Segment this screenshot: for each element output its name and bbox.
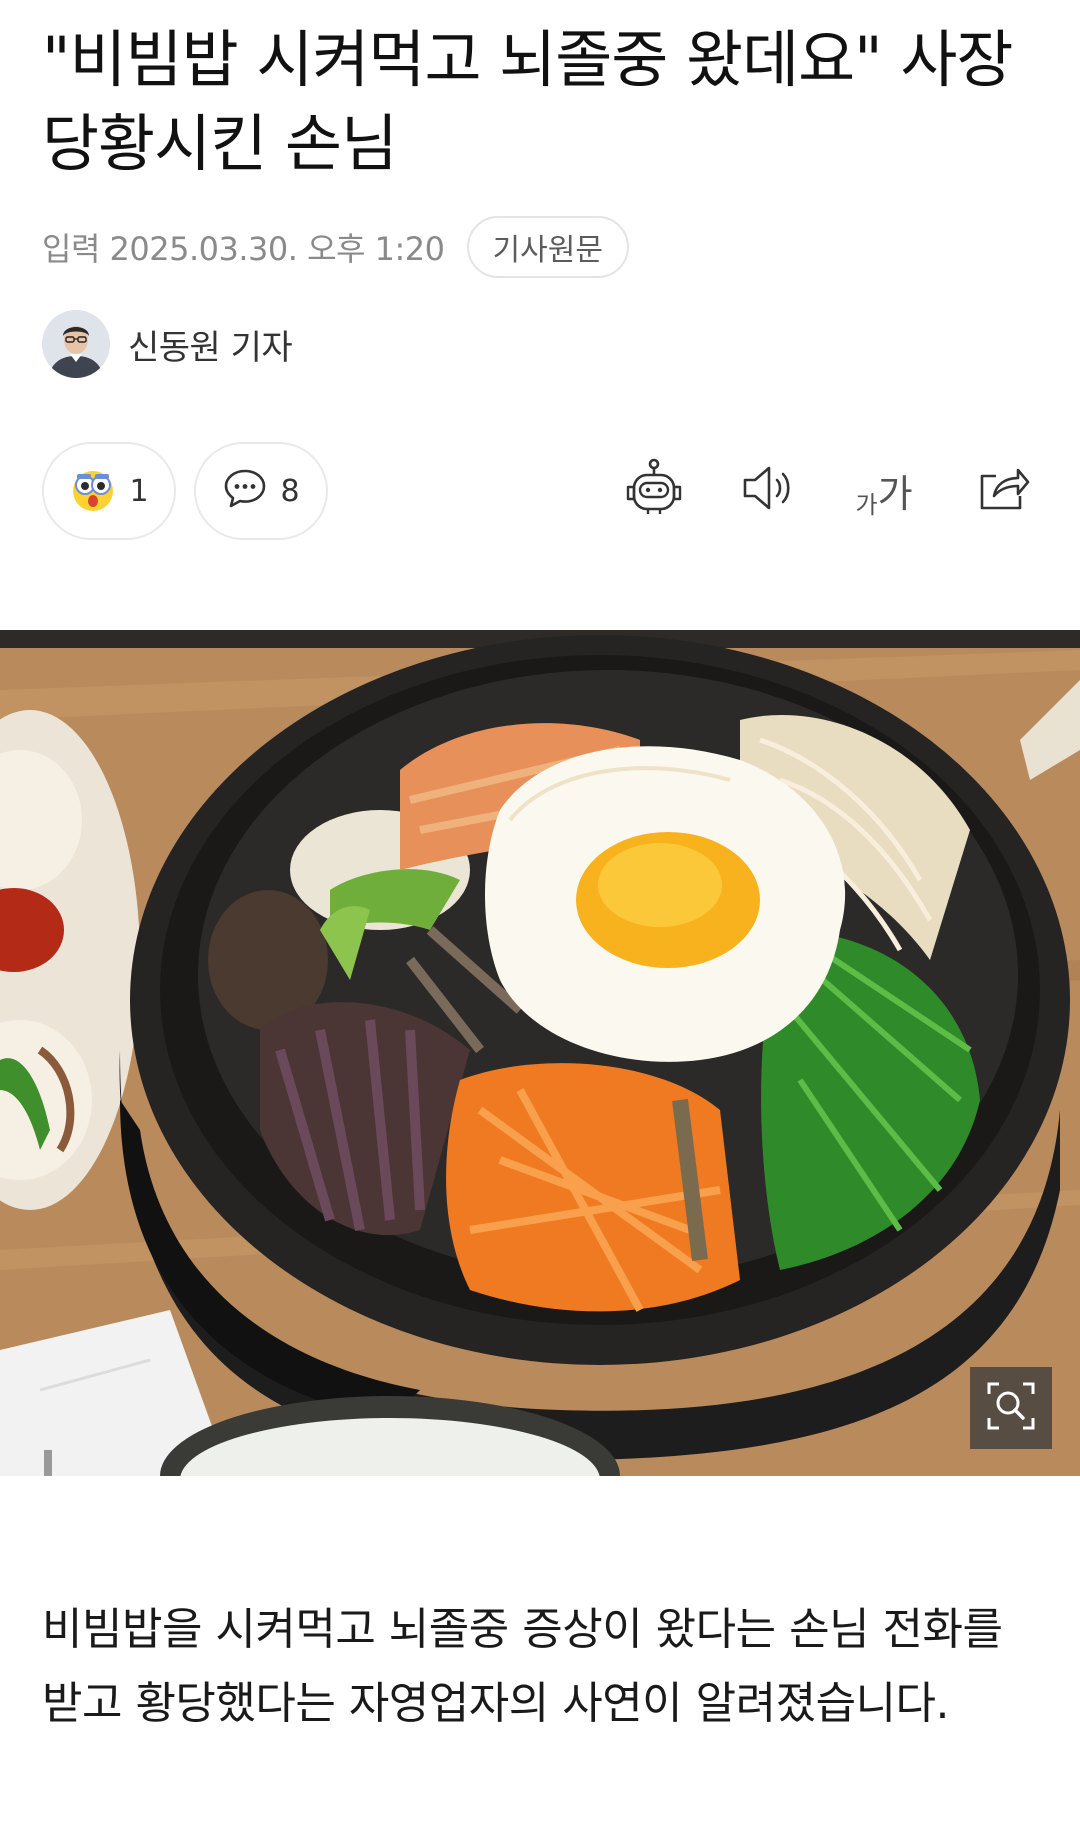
- font-size-button[interactable]: 가 가: [844, 452, 924, 528]
- font-size-icon: 가 가: [855, 463, 913, 519]
- publish-date: 입력 2025.03.30. 오후 1:20: [42, 230, 445, 268]
- share-icon: [976, 462, 1032, 518]
- summary-bot-button[interactable]: [614, 452, 694, 528]
- original-article-button[interactable]: 기사원문: [466, 216, 629, 278]
- share-button[interactable]: [964, 452, 1044, 528]
- article-body-paragraph: 비빔밥을 시켜먹고 뇌졸중 증상이 왔다는 손님 전화를 받고 황당했다는 자영…: [42, 1604, 1003, 1729]
- reaction-count: 1: [129, 473, 149, 509]
- reporter-name: 신동원 기자: [128, 327, 293, 368]
- speech-bubble-icon: [222, 467, 268, 515]
- robot-icon: [623, 457, 685, 523]
- comment-button[interactable]: 8: [194, 442, 328, 540]
- listen-button[interactable]: [728, 452, 808, 528]
- surprised-emoji-icon: [69, 465, 117, 517]
- article-headline: "비빔밥 시켜먹고 뇌졸중 왔데요" 사장 당황시킨 손님: [42, 23, 1013, 180]
- speaker-icon: [739, 463, 797, 517]
- zoom-search-icon: [985, 1380, 1037, 1436]
- photo-zoom-button[interactable]: [970, 1367, 1052, 1449]
- bibimbap-photo: [0, 630, 1080, 1476]
- font-large-glyph: 가: [877, 471, 913, 516]
- reporter-avatar: [42, 310, 110, 378]
- article-meta: 입력 2025.03.30. 오후 1:20 기사원문: [42, 214, 629, 280]
- font-small-glyph: 가: [855, 490, 878, 519]
- reporter-byline[interactable]: 신동원 기자: [42, 310, 293, 378]
- comment-count: 8: [280, 473, 300, 509]
- reaction-button[interactable]: 1: [42, 442, 176, 540]
